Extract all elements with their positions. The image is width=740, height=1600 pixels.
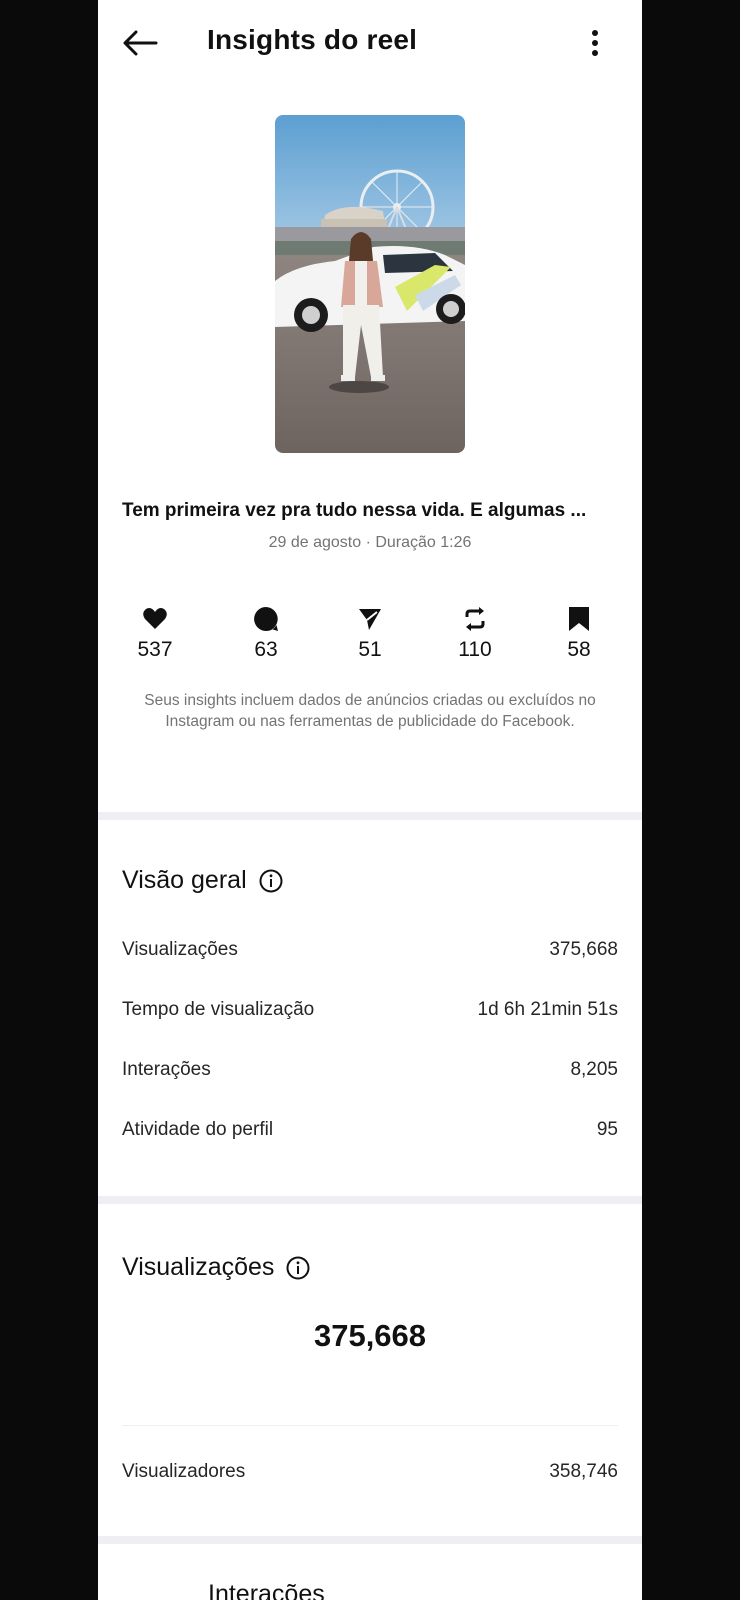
row-divider xyxy=(122,1425,618,1426)
comment-icon xyxy=(254,607,278,631)
info-icon[interactable] xyxy=(286,1256,310,1280)
views-total: 375,668 xyxy=(313,1318,427,1353)
views-title: Visualizações xyxy=(122,1253,275,1281)
overview-section-title: Visão geral xyxy=(122,866,283,895)
interactions-section-title: Interações xyxy=(208,1580,325,1600)
overview-row-watch-time[interactable]: Tempo de visualização 1d 6h 21min 51s xyxy=(122,995,618,1025)
reel-insights-screen: Insights do reel Tem primeira vez pra tu… xyxy=(98,0,642,1600)
row-value: 358,746 xyxy=(549,1461,618,1482)
views-row-viewers[interactable]: Visualizadores 358,746 xyxy=(122,1457,618,1487)
top-bar: Insights do reel xyxy=(98,0,642,86)
more-options-button[interactable] xyxy=(584,26,606,60)
reel-preview-image xyxy=(275,115,465,453)
reel-thumbnail[interactable] xyxy=(275,115,465,453)
saves-stat: 58 xyxy=(539,604,619,662)
row-label: Visualizadores xyxy=(122,1461,246,1482)
row-label: Visualizações xyxy=(122,939,238,960)
info-icon[interactable] xyxy=(259,869,283,893)
row-value: 8,205 xyxy=(570,1059,618,1080)
more-vertical-icon xyxy=(592,30,598,56)
bookmark-icon xyxy=(569,607,589,631)
overview-row-profile-activity[interactable]: Atividade do perfil 95 xyxy=(122,1115,618,1145)
insights-disclaimer: Seus insights incluem dados de anúncios … xyxy=(144,692,596,730)
row-label: Interações xyxy=(122,1059,211,1080)
reel-duration: Duração 1:26 xyxy=(375,534,472,551)
row-value: 375,668 xyxy=(549,939,618,960)
comments-count: 63 xyxy=(254,638,278,661)
likes-stat: 537 xyxy=(115,604,195,662)
section-divider xyxy=(98,1536,642,1544)
repost-icon xyxy=(465,607,485,631)
arrow-left-icon xyxy=(123,30,158,56)
section-divider xyxy=(98,812,642,820)
heart-icon xyxy=(143,608,167,629)
row-value: 1d 6h 21min 51s xyxy=(477,999,619,1020)
shares-count: 51 xyxy=(358,638,382,661)
likes-count: 537 xyxy=(137,638,173,661)
engagement-stats: 537 63 51 110 58 xyxy=(98,604,642,674)
row-label: Tempo de visualização xyxy=(122,999,315,1020)
views-section-title: Visualizações xyxy=(122,1253,310,1282)
section-divider xyxy=(98,1196,642,1204)
shares-stat: 51 xyxy=(330,604,410,662)
comments-stat: 63 xyxy=(226,604,306,662)
row-label: Atividade do perfil xyxy=(122,1119,274,1140)
overview-title: Visão geral xyxy=(122,866,247,894)
meta-separator: · xyxy=(365,534,371,551)
reel-meta: 29 de agosto · Duração 1:26 xyxy=(98,534,642,552)
back-button[interactable] xyxy=(120,26,160,60)
overview-row-views[interactable]: Visualizações 375,668 xyxy=(122,935,618,965)
overview-row-interactions[interactable]: Interações 8,205 xyxy=(122,1055,618,1085)
page-title: Insights do reel xyxy=(207,24,418,55)
reposts-stat: 110 xyxy=(435,604,515,662)
share-icon xyxy=(359,609,381,630)
saves-count: 58 xyxy=(567,638,591,661)
row-value: 95 xyxy=(596,1119,618,1140)
reel-caption: Tem primeira vez pra tudo nessa vida. E … xyxy=(122,500,587,521)
reel-date: 29 de agosto xyxy=(268,534,362,551)
reposts-count: 110 xyxy=(458,638,492,661)
